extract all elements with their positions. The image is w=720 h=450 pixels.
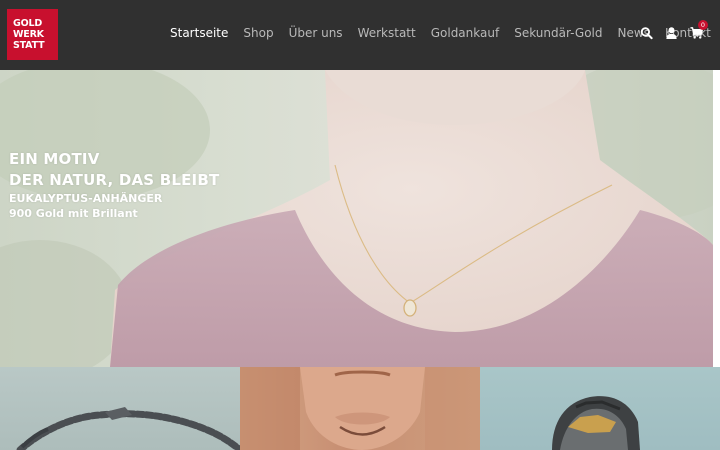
tile-bracelet[interactable] <box>0 367 240 450</box>
site-header: GOLD WERK STATT Startseite Shop Über uns… <box>0 0 720 70</box>
search-icon[interactable] <box>640 26 653 40</box>
nav-item-shop[interactable]: Shop <box>243 24 273 42</box>
nav-item-goldankauf[interactable]: Goldankauf <box>431 24 499 42</box>
user-icon[interactable] <box>665 26 678 40</box>
logo-line-1: GOLD <box>13 18 43 29</box>
logo-line-3: STATT <box>13 40 45 51</box>
nav-item-startseite[interactable]: Startseite <box>170 24 228 42</box>
cart-icon[interactable]: 0 <box>690 20 708 40</box>
product-tiles <box>0 367 720 450</box>
bracelet-image <box>16 407 240 450</box>
tile-portrait[interactable] <box>240 367 480 450</box>
cart-count-badge: 0 <box>698 20 708 30</box>
header-icons: 0 <box>640 20 708 42</box>
page-gutter <box>713 70 720 367</box>
tile-ring[interactable] <box>480 367 720 450</box>
hero-subtitle-line-2: 900 Gold mit Brillant <box>9 207 138 220</box>
nav-item-sekundaer-gold[interactable]: Sekundär-Gold <box>514 24 602 42</box>
hero-subtitle-line-1: EUKALYPTUS-ANHÄNGER <box>9 192 163 205</box>
brand-logo[interactable]: GOLD WERK STATT <box>7 9 58 60</box>
hero-headline-line-2: DER NATUR, DAS BLEIBT <box>9 171 220 189</box>
ring-image <box>552 396 640 450</box>
nav-item-ueber-uns[interactable]: Über uns <box>289 24 343 42</box>
logo-line-2: WERK <box>13 29 44 40</box>
hero-headline-line-1: EIN MOTIV <box>9 150 100 168</box>
hero-banner[interactable]: EIN MOTIV DER NATUR, DAS BLEIBT EUKALYPT… <box>0 70 713 367</box>
hero-caption: EIN MOTIV DER NATUR, DAS BLEIBT EUKALYPT… <box>9 149 219 221</box>
nav-item-werkstatt[interactable]: Werkstatt <box>358 24 416 42</box>
portrait-image <box>240 367 480 450</box>
main-navigation: Startseite Shop Über uns Werkstatt Golda… <box>170 24 711 42</box>
